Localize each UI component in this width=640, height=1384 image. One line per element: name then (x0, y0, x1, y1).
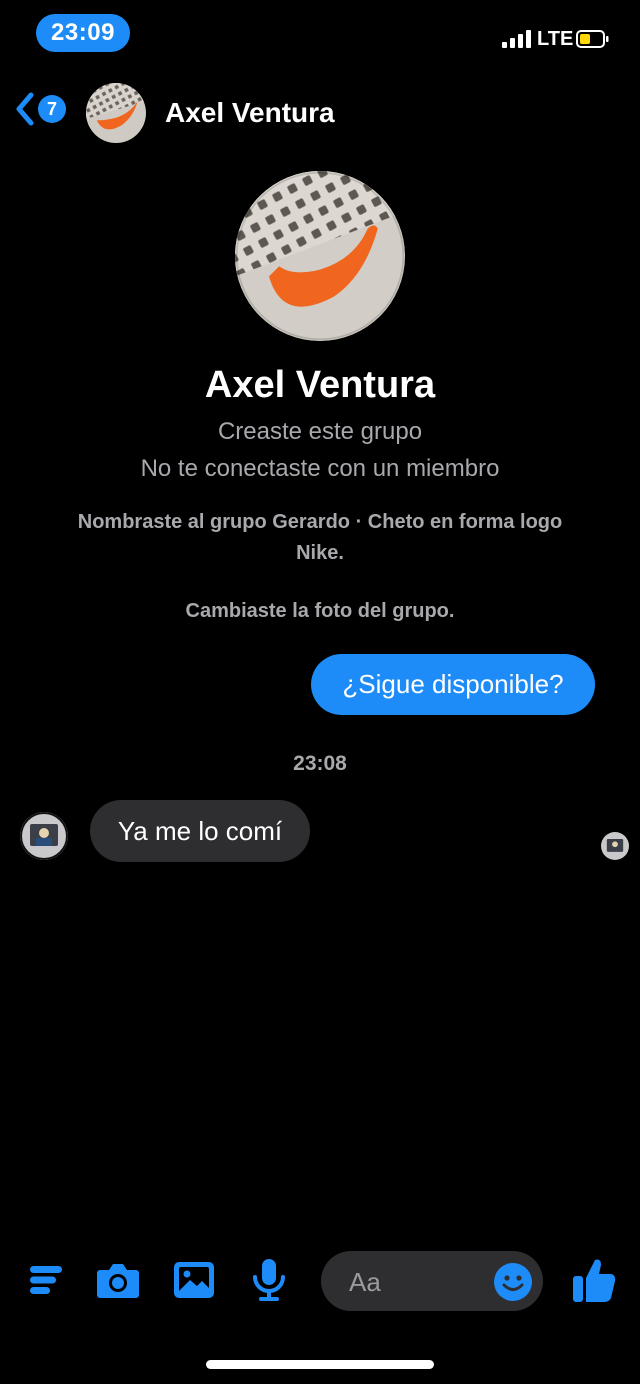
unread-badge: 7 (38, 95, 66, 123)
profile-name: Axel Ventura (204, 364, 436, 406)
camera-button[interactable] (96, 1258, 140, 1302)
thumbs-up-icon[interactable] (571, 1256, 617, 1304)
home-indicator (206, 1360, 434, 1369)
image-icon (174, 1262, 214, 1298)
message-timestamp: 23:08 (293, 752, 347, 775)
message-input[interactable] (347, 1251, 491, 1313)
back-chevron-icon (16, 92, 34, 126)
conversation-title[interactable]: Axel Ventura (165, 97, 335, 129)
rename-event: Nombraste al grupo Gerardo · Cheto en fo… (77, 511, 563, 564)
signal-icon (502, 30, 531, 48)
microphone-icon (253, 1259, 285, 1301)
voice-button[interactable] (247, 1258, 291, 1302)
emoji-icon[interactable] (493, 1262, 533, 1302)
not-connected-text: No te conectaste con un miembro (140, 455, 500, 482)
incoming-message[interactable]: Ya me lo comí (90, 800, 310, 862)
status-time: 23:09 (36, 14, 130, 52)
menu-icon (30, 1266, 62, 1294)
more-actions-button[interactable] (24, 1258, 68, 1302)
group-photo (235, 171, 405, 341)
header-avatar[interactable] (86, 83, 146, 143)
camera-icon (97, 1264, 139, 1298)
created-group-text: Creaste este grupo (217, 418, 423, 445)
outgoing-message[interactable]: ¿Sigue disponible? (311, 654, 595, 715)
network-type: LTE (537, 28, 574, 50)
gallery-button[interactable] (172, 1258, 216, 1302)
photo-change-event: Cambiaste la foto del grupo. (185, 600, 455, 622)
battery-icon (576, 30, 609, 48)
back-button[interactable]: 7 (14, 92, 66, 126)
sender-avatar[interactable] (20, 812, 68, 860)
read-receipt-avatar (601, 832, 629, 860)
